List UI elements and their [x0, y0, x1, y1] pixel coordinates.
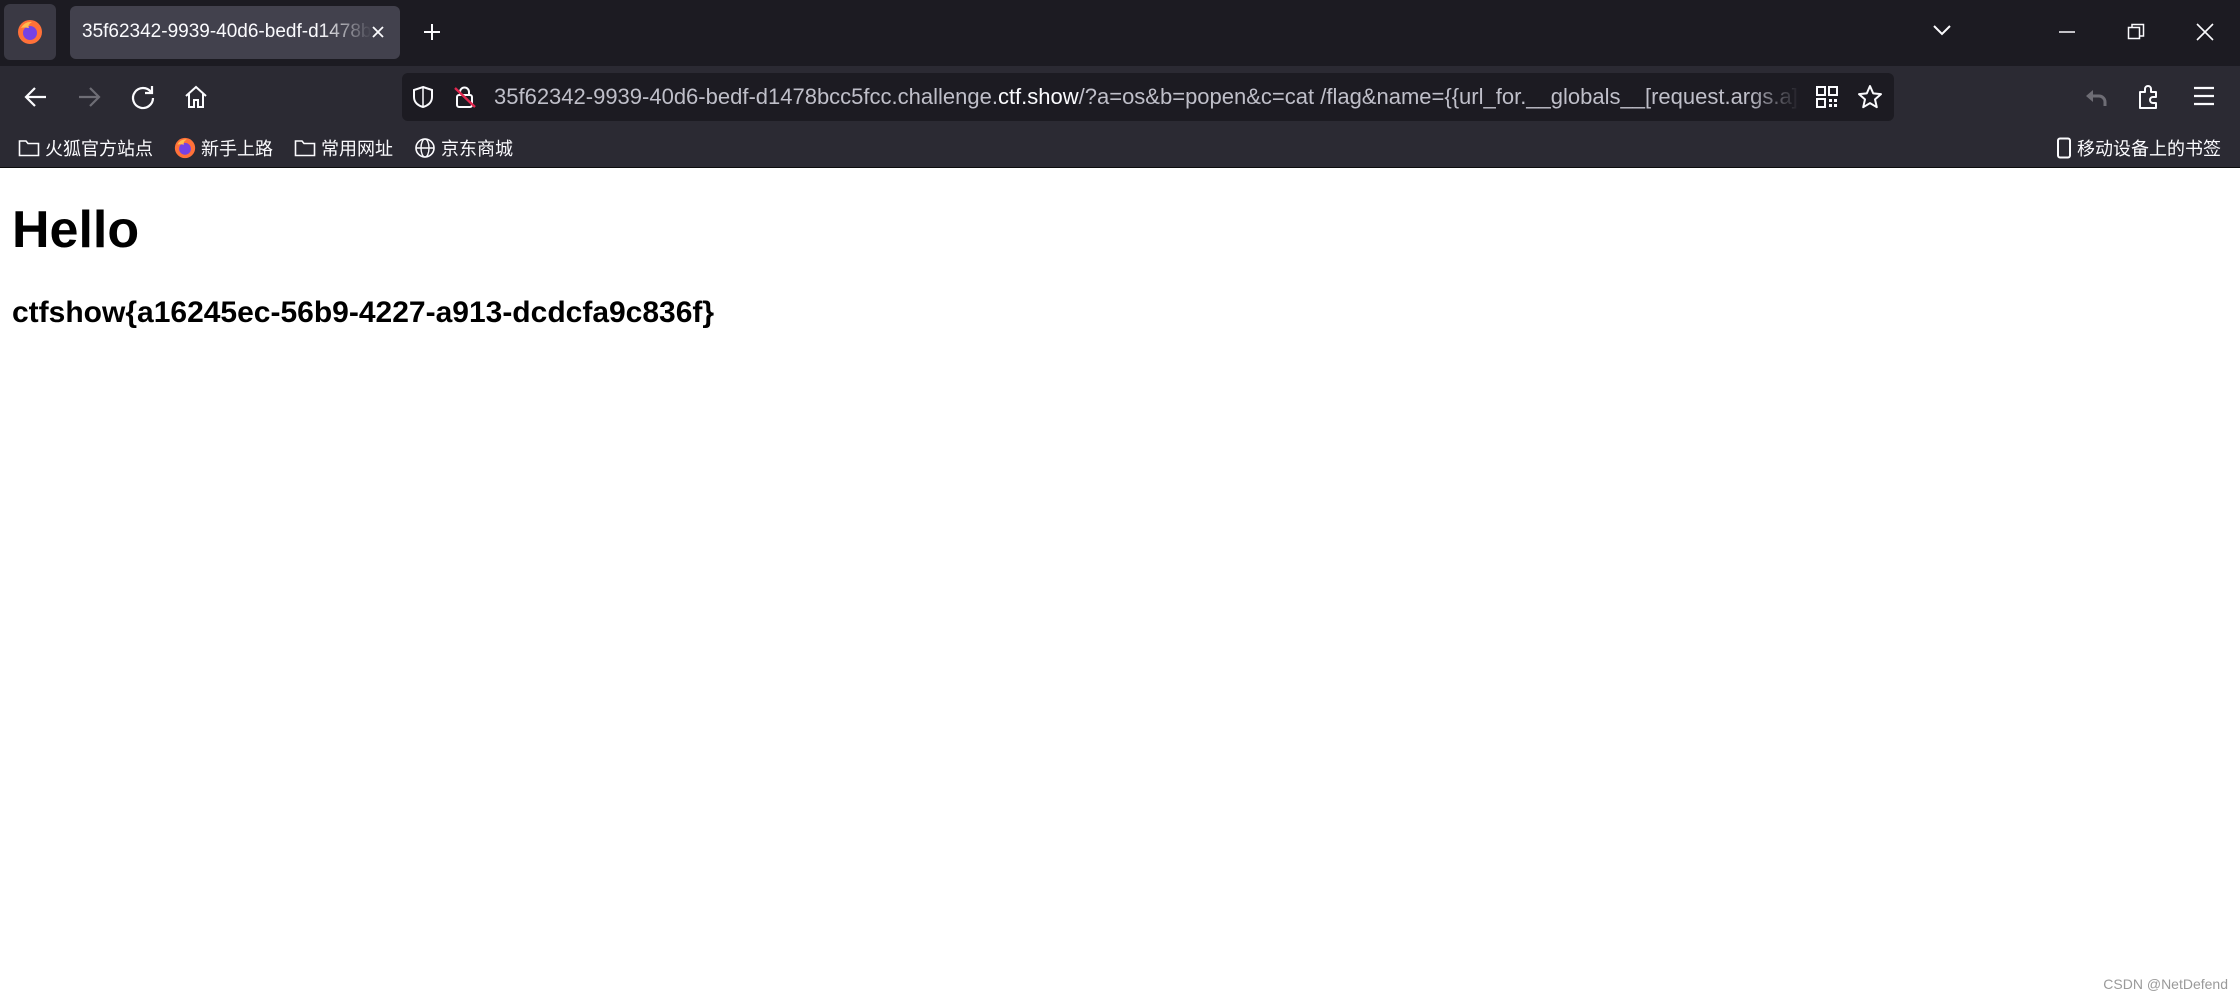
mobile-bookmarks-label: 移动设备上的书签 — [2077, 139, 2221, 159]
back-icon[interactable] — [22, 83, 50, 111]
mobile-device-icon — [2057, 137, 2071, 159]
page-content: Hello ctfshow{a16245ec-56b9-4227-a913-dc… — [0, 168, 2240, 1004]
bookmark-item[interactable]: 火狐官方站点 — [18, 136, 153, 160]
page-heading: Hello — [12, 201, 140, 259]
bookmark-item[interactable]: 新手上路 — [174, 136, 273, 160]
chevron-down-icon[interactable] — [1932, 23, 1952, 37]
url-path: /?a=os&b=popen&c=cat /flag&name={{url_fo… — [1078, 84, 1800, 109]
url-host: ctf.show — [997, 84, 1079, 109]
url-text[interactable]: 35f62342-9939-40d6-bedf-d1478bcc5fcc.cha… — [494, 84, 1800, 110]
firefox-view-button[interactable] — [4, 4, 56, 60]
tab-strip: 35f62342-9939-40d6-bedf-d1478bcc5fcc.cha… — [0, 0, 2240, 66]
folder-icon — [294, 140, 316, 157]
bookmark-label: 新手上路 — [201, 139, 273, 159]
star-icon[interactable] — [1857, 84, 1883, 110]
firefox-icon — [18, 20, 42, 44]
bookmark-label: 常用网址 — [321, 139, 393, 159]
tab-active[interactable]: 35f62342-9939-40d6-bedf-d1478bcc5fcc.cha… — [70, 6, 400, 59]
url-prefix: 35f62342-9939-40d6-bedf-d1478bcc5fcc.cha… — [494, 84, 998, 109]
qr-code-icon[interactable] — [1816, 86, 1838, 108]
reload-icon[interactable] — [129, 83, 157, 111]
address-bar[interactable]: 35f62342-9939-40d6-bedf-d1478bcc5fcc.cha… — [402, 73, 1894, 121]
extensions-icon[interactable] — [2136, 83, 2162, 111]
insecure-lock-icon[interactable] — [453, 85, 477, 109]
bookmark-label: 火狐官方站点 — [45, 139, 153, 159]
watermark: CSDN @NetDefend — [2103, 976, 2228, 992]
close-icon[interactable] — [370, 24, 386, 40]
home-icon[interactable] — [182, 83, 210, 111]
folder-icon — [18, 140, 40, 157]
new-tab-button[interactable] — [420, 20, 444, 44]
close-window-icon[interactable] — [2196, 23, 2214, 41]
globe-icon — [415, 138, 435, 158]
bookmark-item[interactable]: 常用网址 — [294, 136, 393, 160]
menu-icon[interactable] — [2192, 85, 2216, 107]
shield-icon[interactable] — [412, 85, 434, 109]
undo-icon[interactable] — [2083, 84, 2109, 110]
minimize-icon[interactable] — [2058, 25, 2076, 39]
bookmarks-toolbar: 火狐官方站点 新手上路 常用网址 京东商城 移动设备上的书签 — [0, 128, 2240, 168]
bookmark-label: 京东商城 — [441, 139, 513, 159]
restore-icon[interactable] — [2127, 23, 2145, 41]
flag-text: ctfshow{a16245ec-56b9-4227-a913-dcdcfa9c… — [12, 296, 715, 329]
navigation-toolbar: 35f62342-9939-40d6-bedf-d1478bcc5fcc.cha… — [0, 66, 2240, 128]
forward-icon[interactable] — [75, 83, 103, 111]
tab-title: 35f62342-9939-40d6-bedf-d1478bcc5fcc.cha… — [82, 21, 372, 42]
mobile-bookmarks[interactable]: 移动设备上的书签 — [2056, 136, 2221, 160]
bookmark-item[interactable]: 京东商城 — [414, 136, 513, 160]
firefox-icon — [174, 137, 196, 159]
